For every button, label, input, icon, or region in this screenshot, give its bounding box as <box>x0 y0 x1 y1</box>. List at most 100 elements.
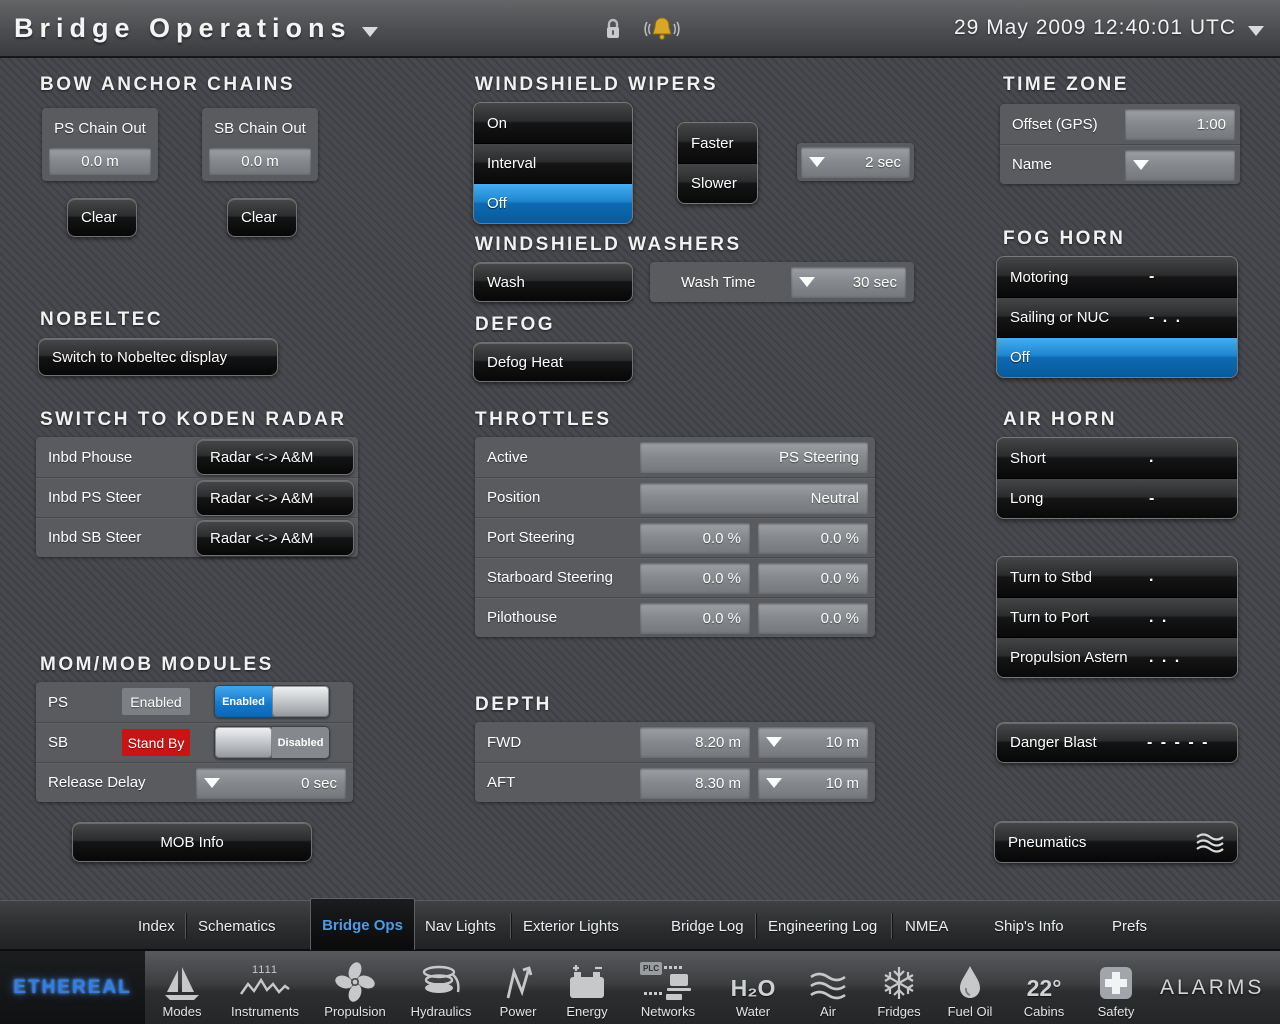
sb-clear-button[interactable]: Clear <box>227 198 297 237</box>
wash-time-label: Wash Time <box>650 274 755 291</box>
ps-label: PS <box>36 694 68 711</box>
ps-toggle[interactable]: Enabled <box>214 685 330 718</box>
defog-heat-button[interactable]: Defog Heat <box>473 342 633 382</box>
dock-item-label: Modes <box>162 1004 201 1019</box>
dropdown-arrow-icon <box>1133 160 1149 170</box>
dock-item-label: Networks <box>641 1004 695 1019</box>
mom-mob-sb-row: SB Stand By Disabled <box>36 722 353 762</box>
wipers-on-button[interactable]: On <box>474 103 632 143</box>
throttle-port-value-2: 0.0 % <box>758 523 868 553</box>
wipers-interval-button[interactable]: Interval <box>474 143 632 183</box>
hydraulic-pump-icon <box>418 960 464 1002</box>
dock-item-label: Cabins <box>1024 1004 1064 1019</box>
dock-item-propulsion[interactable]: Propulsion <box>311 951 399 1024</box>
tab-index[interactable]: Index <box>138 901 175 951</box>
alarms-button[interactable]: ALARMS <box>1160 951 1264 1024</box>
propulsion-astern-button[interactable]: Propulsion Astern . . . <box>997 637 1237 677</box>
release-delay-dropdown[interactable]: 0 sec <box>196 768 346 798</box>
switch-nobeltec-button[interactable]: Switch to Nobeltec display <box>38 338 278 376</box>
wipers-off-button[interactable]: Off <box>474 183 632 223</box>
mom-mob-panel: PS Enabled Enabled SB Stand By Disabled … <box>36 682 353 802</box>
wiper-interval-dropdown[interactable]: 2 sec <box>801 147 910 177</box>
mob-info-button[interactable]: MOB Info <box>72 822 312 862</box>
throttle-stbd-value-2: 0.0 % <box>758 563 868 593</box>
depth-aft-range-dropdown[interactable]: 10 m <box>758 768 868 798</box>
plc-label: PLC <box>640 962 662 975</box>
wiper-interval-value: 2 sec <box>865 154 901 171</box>
dock-item-modes[interactable]: Modes <box>138 951 226 1024</box>
throttle-active-label: Active <box>475 449 528 466</box>
ps-toggle-knob[interactable] <box>272 686 329 717</box>
koden-row-label: Inbd Phouse <box>36 449 132 466</box>
depth-aft-range-value: 10 m <box>826 775 859 792</box>
fog-horn-motoring-label: Motoring <box>1010 269 1068 286</box>
ethereal-logo[interactable]: ETHEREAL <box>0 951 145 1024</box>
dock-item-networks[interactable]: PLC Networks <box>624 951 712 1024</box>
title-dropdown-icon[interactable] <box>362 27 378 37</box>
dock-item-instruments[interactable]: 1111 Instruments <box>221 951 309 1024</box>
throttle-port-label: Port Steering <box>475 529 575 546</box>
air-horn-long-button[interactable]: Long - <box>997 478 1237 518</box>
water-formula-icon: H₂O <box>731 960 776 1002</box>
morse-pattern: - <box>1149 268 1156 286</box>
tab-prefs[interactable]: Prefs <box>1112 901 1147 951</box>
tab-engineering-log[interactable]: Engineering Log <box>768 901 877 951</box>
dock-item-label: Fridges <box>877 1004 920 1019</box>
wiper-slower-button[interactable]: Slower <box>678 163 757 203</box>
fog-horn-off-button[interactable]: Off <box>997 337 1237 377</box>
depth-fwd-range-dropdown[interactable]: 10 m <box>758 727 868 757</box>
section-title-defog: DEFOG <box>475 314 555 336</box>
turn-to-port-button[interactable]: Turn to Port . . <box>997 597 1237 637</box>
danger-blast-button[interactable]: Danger Blast - - - - - <box>996 722 1238 763</box>
radar-am-switch-button[interactable]: Radar <-> A&M <box>196 439 354 475</box>
ps-status-badge: Enabled <box>122 688 190 715</box>
dock-item-safety[interactable]: Safety <box>1072 951 1160 1024</box>
tz-offset-row: Offset (GPS) 1:00 <box>1000 104 1240 144</box>
tab-ships-info[interactable]: Ship's Info <box>994 901 1064 951</box>
tab-bridge-ops[interactable]: Bridge Ops <box>310 898 415 951</box>
fog-horn-sailing-button[interactable]: Sailing or NUC - . . <box>997 297 1237 337</box>
wash-time-panel: Wash Time 30 sec <box>650 262 914 302</box>
throttle-port-row: Port Steering 0.0 % 0.0 % <box>475 517 875 557</box>
dock-item-label: Power <box>500 1004 537 1019</box>
waveform-icon: 1111 <box>239 960 291 1002</box>
section-title-throttles: THROTTLES <box>475 409 612 431</box>
sb-toggle-knob[interactable] <box>215 727 272 758</box>
water-formula-text: H₂O <box>731 975 776 1002</box>
radar-am-switch-button[interactable]: Radar <-> A&M <box>196 520 354 556</box>
tz-name-dropdown[interactable] <box>1125 150 1235 180</box>
depth-fwd-label: FWD <box>475 734 521 751</box>
dock-item-hydraulics[interactable]: Hydraulics <box>397 951 485 1024</box>
datetime-dropdown-icon[interactable] <box>1248 26 1264 36</box>
wash-time-dropdown[interactable]: 30 sec <box>791 267 906 297</box>
dock-item-label: Hydraulics <box>411 1004 472 1019</box>
tab-nav-lights[interactable]: Nav Lights <box>425 901 496 951</box>
power-arrow-icon <box>501 960 535 1002</box>
throttles-panel: Active PS Steering Position Neutral Port… <box>475 437 875 637</box>
tab-exterior-lights[interactable]: Exterior Lights <box>523 901 619 951</box>
ps-clear-button[interactable]: Clear <box>67 198 137 237</box>
turn-to-stbd-button[interactable]: Turn to Stbd . <box>997 557 1237 597</box>
dock-item-energy[interactable]: Energy <box>543 951 631 1024</box>
tab-nmea[interactable]: NMEA <box>905 901 948 951</box>
bridge-operations-screen: Bridge Operations 29 May 2009 12:40:01 U… <box>0 0 1280 1024</box>
fog-horn-motoring-button[interactable]: Motoring - <box>997 257 1237 297</box>
sb-toggle[interactable]: Disabled <box>214 726 330 759</box>
release-delay-label: Release Delay <box>36 774 146 791</box>
alarm-bell-icon[interactable] <box>641 14 683 44</box>
radar-am-switch-button[interactable]: Radar <-> A&M <box>196 480 354 516</box>
tab-bridge-log[interactable]: Bridge Log <box>671 901 744 951</box>
depth-panel: FWD 8.20 m 10 m AFT 8.30 m 10 m <box>475 722 875 802</box>
fog-horn-off-label: Off <box>1010 349 1030 366</box>
fuel-drop-icon <box>956 960 984 1002</box>
pneumatics-button[interactable]: Pneumatics <box>994 821 1238 863</box>
wash-button[interactable]: Wash <box>473 262 633 302</box>
turn-to-stbd-label: Turn to Stbd <box>1010 569 1092 586</box>
ps-toggle-label: Enabled <box>215 686 272 717</box>
tab-schematics[interactable]: Schematics <box>198 901 276 951</box>
tab-separator <box>510 913 511 939</box>
tz-name-label: Name <box>1000 156 1052 173</box>
air-horn-short-button[interactable]: Short . <box>997 438 1237 478</box>
wiper-faster-button[interactable]: Faster <box>678 123 757 163</box>
page-title[interactable]: Bridge Operations <box>14 13 352 44</box>
